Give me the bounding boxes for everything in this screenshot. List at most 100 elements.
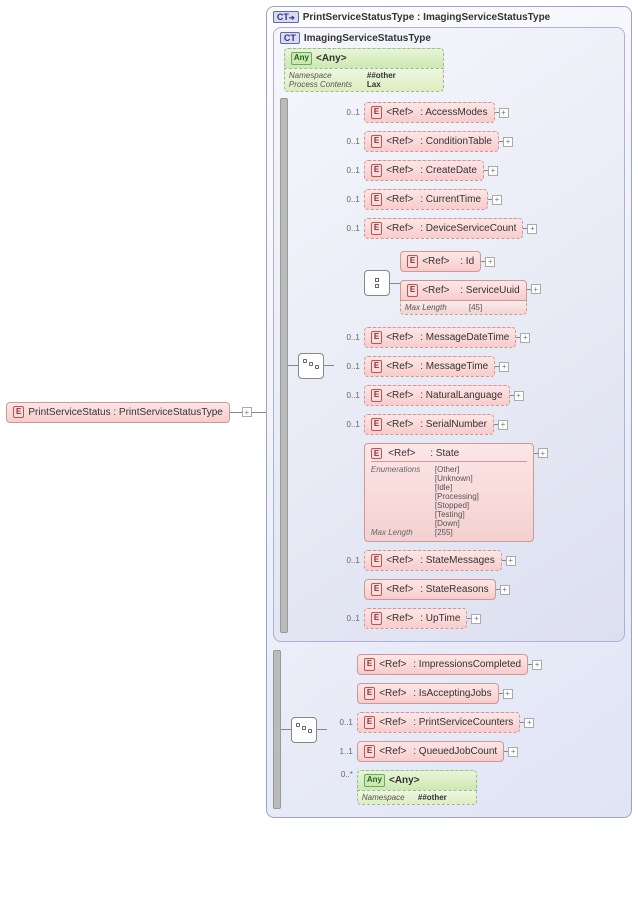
expand-icon[interactable]: + — [492, 195, 502, 205]
ref-row: E<Ref> : IsAcceptingJobs+ — [327, 683, 625, 704]
ref-text: <Ref> — [386, 331, 413, 344]
any-tag: Any — [364, 774, 385, 786]
element-tag: E — [371, 331, 382, 343]
expand-icon[interactable]: + — [471, 614, 481, 624]
expand-icon[interactable]: + — [503, 689, 513, 699]
element-tag: E — [371, 418, 382, 430]
ref-text: <Ref> — [386, 389, 413, 402]
state-enum-value: [Down] — [371, 519, 527, 528]
sequence-compositor — [291, 717, 317, 743]
ref-node: E <Ref> : ConditionTable — [364, 131, 499, 152]
occurs-label: 0..1 — [334, 108, 360, 117]
ref-label: : SerialNumber — [417, 418, 486, 431]
inner-complextype-panel: CT ImagingServiceStatusType Any <Any> Na… — [273, 27, 625, 642]
diagram-root: E PrintServiceStatus : PrintServiceStatu… — [6, 6, 632, 818]
expand-icon[interactable]: + — [499, 362, 509, 372]
ref-text: <Ref> — [386, 193, 413, 206]
outer-complextype-panel: CT➔ PrintServiceStatusType : ImagingServ… — [266, 6, 632, 818]
element-tag: E — [371, 389, 382, 401]
expand-icon[interactable]: + — [500, 585, 510, 595]
extension-strip — [280, 98, 288, 633]
ref-row: 0..1E<Ref> : NaturalLanguage+ — [334, 385, 618, 406]
ref-row: 0..1E<Ref> : ConditionTable+ — [334, 131, 618, 152]
root-label: PrintServiceStatus : PrintServiceStatusT… — [28, 406, 223, 419]
ref-service-uuid: E <Ref> : ServiceUuid — [400, 280, 527, 301]
expand-icon[interactable]: + — [498, 420, 508, 430]
ref-node: E<Ref> : CreateDate — [364, 160, 484, 181]
root-element: E PrintServiceStatus : PrintServiceStatu… — [6, 402, 230, 423]
element-tag: E — [364, 658, 375, 670]
ref-id: E <Ref> : Id — [400, 251, 481, 272]
ref-text: <Ref> — [386, 583, 413, 596]
state-enum-value: [Processing] — [371, 492, 527, 501]
ref-label: : CurrentTime — [417, 193, 481, 206]
uuid-detail: Max Length[45] — [400, 301, 527, 315]
ref-row: 0..1E<Ref> : SerialNumber+ — [334, 414, 618, 435]
element-tag: E — [371, 222, 382, 234]
ref-node: E <Ref> : NaturalLanguage — [364, 385, 510, 406]
state-row: E <Ref> : State Enumerations[Other][Unkn… — [334, 443, 618, 542]
state-enum-value: [Idle] — [371, 483, 527, 492]
sequence-compositor — [298, 353, 324, 379]
outer-title-text: PrintServiceStatusType : ImagingServiceS… — [303, 12, 551, 23]
ref-node: E <Ref> : DeviceServiceCount — [364, 218, 524, 239]
ct-badge: CT — [280, 32, 300, 44]
ref-text: <Ref> — [386, 612, 413, 625]
element-tag: E — [364, 716, 375, 728]
ref-label: : QueuedJobCount — [410, 745, 497, 758]
ref-text: <Ref> — [379, 687, 406, 700]
ref-row: 0..1E<Ref> : StateMessages+ — [334, 550, 618, 571]
ref-text: <Ref> — [386, 106, 413, 119]
occurs-label: 0..1 — [334, 556, 360, 565]
expand-icon[interactable]: + — [242, 407, 252, 417]
expand-icon[interactable]: + — [531, 284, 541, 294]
ref-row: 0..1 E <Ref> : DeviceServiceCount + — [334, 218, 618, 239]
ref-label: : StateReasons — [417, 583, 488, 596]
ref-label: : ImpressionsCompleted — [410, 658, 521, 671]
any-node: Any <Any> — [284, 48, 444, 69]
ref-label: : DeviceServiceCount — [417, 222, 516, 235]
element-tag: E — [371, 135, 382, 147]
occurs-label: 0..* — [327, 770, 353, 779]
ref-text: <Ref> — [379, 716, 406, 729]
expand-icon[interactable]: + — [532, 660, 542, 670]
element-tag: E — [13, 406, 24, 418]
ref-label: : MessageTime — [417, 360, 488, 373]
ref-label: : CreateDate — [417, 164, 476, 177]
ref-label: : PrintServiceCounters — [410, 716, 513, 729]
any2-row: 0..* Any <Any> Namespace##other — [327, 770, 625, 805]
ref-row: 1..1E<Ref> : QueuedJobCount+ — [327, 741, 625, 762]
expand-icon[interactable]: + — [514, 391, 524, 401]
ref-row: 0..1 E <Ref> : PrintServiceCounters + — [327, 712, 625, 733]
ref-node: E<Ref> : UpTime — [364, 608, 468, 629]
ref-node: E <Ref> : StateReasons — [364, 579, 496, 600]
occurs-label: 0..1 — [334, 195, 360, 204]
occurs-label: 0..1 — [334, 224, 360, 233]
expand-icon[interactable]: + — [524, 718, 534, 728]
expand-icon[interactable]: + — [485, 257, 495, 267]
ref-label: : ConditionTable — [417, 135, 492, 148]
occurs-label: 0..1 — [327, 718, 353, 727]
ref-text: <Ref> — [386, 135, 413, 148]
ref-row: 0..1E<Ref> : AccessModes+ — [334, 102, 618, 123]
element-tag: E — [371, 583, 382, 595]
expand-icon[interactable]: + — [488, 166, 498, 176]
expand-icon[interactable]: + — [506, 556, 516, 566]
expand-icon[interactable]: + — [520, 333, 530, 343]
ref-text: <Ref> — [386, 222, 413, 235]
expand-icon[interactable]: + — [538, 448, 548, 458]
element-tag: E — [371, 554, 382, 566]
state-enum-value: [Testing] — [371, 510, 527, 519]
occurs-label: 0..1 — [334, 166, 360, 175]
expand-icon[interactable]: + — [499, 108, 509, 118]
any-detail: Namespace##other — [357, 791, 477, 805]
element-tag: E — [371, 164, 382, 176]
ref-row: E<Ref> : ImpressionsCompleted+ — [327, 654, 625, 675]
ref-label: : AccessModes — [417, 106, 487, 119]
expand-icon[interactable]: + — [503, 137, 513, 147]
expand-icon[interactable]: + — [527, 224, 537, 234]
expand-icon[interactable]: + — [508, 747, 518, 757]
state-enum-value: Enumerations[Other] — [371, 465, 527, 474]
ref-text: <Ref> — [379, 745, 406, 758]
ref-label: : NaturalLanguage — [417, 389, 502, 402]
